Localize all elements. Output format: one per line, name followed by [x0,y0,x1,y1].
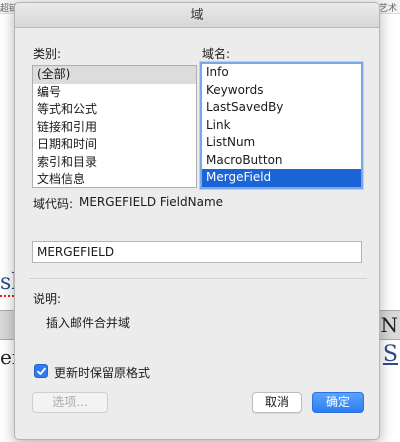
spellcheck-underline [0,295,14,297]
field-code-input[interactable]: MERGEFIELD [32,241,362,263]
ok-button[interactable]: 确定 [312,392,364,413]
category-list-item[interactable]: (全部) [33,66,196,84]
background-link-fragment: S [382,342,398,367]
category-list-item[interactable]: 日期和时间 [33,136,196,154]
field-name-list-item[interactable]: Keywords [202,82,361,100]
description-label: 说明: [33,292,62,306]
description-text: 插入邮件合并域 [46,316,131,330]
ribbon-art-label: 艺术 [378,4,397,14]
cancel-button[interactable]: 取消 [252,392,302,413]
dialog-title: 域 [15,3,379,28]
category-list-item[interactable]: 索引和目录 [33,154,196,172]
field-name-list-item[interactable]: ListNum [202,134,361,152]
category-list-item[interactable]: 文档信息 [33,171,196,187]
preserve-formatting-checkbox[interactable] [34,364,48,378]
field-name-list-item[interactable]: Link [202,117,361,135]
options-button[interactable]: 选项... [32,392,108,413]
categories-label: 类别: [33,47,62,61]
field-names-list[interactable]: Info Keywords LastSavedBy Link ListNum MacroB… [200,62,363,189]
field-name-list-item[interactable]: LastSavedBy [202,99,361,117]
field-name-list-item[interactable]: Info [202,64,361,82]
field-names-label: 域名: [202,47,231,61]
checkmark-icon [37,367,46,375]
category-list-item[interactable]: 链接和引用 [33,119,196,137]
categories-list[interactable]: (全部) 编号 等式和公式 链接和引用 日期和时间 索引和目录 文档信息 [32,65,197,188]
field-code-label: 域代码: [33,197,74,211]
field-name-list-item[interactable]: MacroButton [202,152,361,170]
category-list-item[interactable]: 等式和公式 [33,101,196,119]
preserve-formatting-label[interactable]: 更新时保留原格式 [54,364,150,381]
background-text-fragment: N [380,313,399,337]
field-dialog: 域 类别: 域名: (全部) 编号 等式和公式 链接和引用 日期和时间 索引和目录 文档信息… [14,2,380,440]
field-name-list-item[interactable]: MergeField [202,169,361,187]
field-code-value: MERGEFIELD FieldName [79,195,224,209]
category-list-item[interactable]: 编号 [33,84,196,102]
divider [29,278,367,279]
